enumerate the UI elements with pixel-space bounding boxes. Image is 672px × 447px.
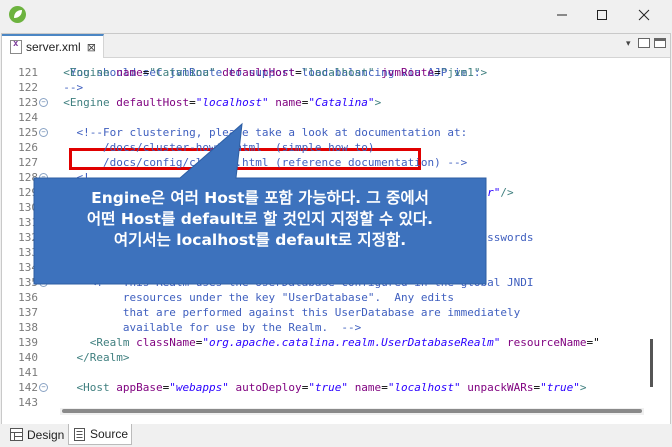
callout-line-1: Engine은 여러 Host를 포함 가능하다. 그 중에서 [91,189,429,207]
callout-text: Engine은 여러 Host를 포함 가능하다. 그 중에서 어떤 Host를… [34,188,486,251]
callout-line-3: 여기서는 localhost를 default로 지정함. [113,231,407,249]
callout-line-2: 어떤 Host를 default로 할 것인지 지정할 수 있다. [86,210,434,228]
